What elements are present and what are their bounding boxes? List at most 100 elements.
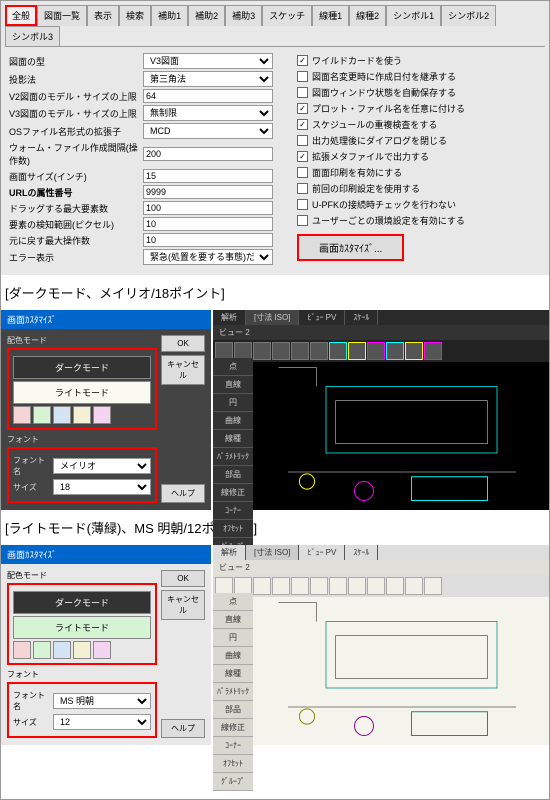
dark-mode-button[interactable]: ダークモード [13,591,151,614]
cad-drawing[interactable] [255,593,549,745]
font-size-select[interactable]: 18 [53,479,151,495]
checkbox-4[interactable] [297,119,308,130]
font-group: フォント名メイリオ サイズ18 [7,447,157,503]
form-input-1[interactable]: 第三角法 [143,71,273,87]
form-input-10[interactable] [143,233,273,247]
form-input-4[interactable]: MCD [143,123,273,139]
cad-tab[interactable]: [寸法 ISO] [246,310,299,325]
cancel-button[interactable]: キャンセル [161,355,205,385]
side-tool[interactable]: 直線 [213,611,253,629]
swatch[interactable] [93,641,111,659]
form-input-5[interactable] [143,147,273,161]
cad-drawing[interactable] [255,358,549,510]
color-mode-label: 配色モード [7,570,157,581]
form-input-2[interactable] [143,89,273,103]
light-mode-button[interactable]: ライトモード [13,616,151,639]
side-tool[interactable]: ｵﾌｾｯﾄ [213,755,253,773]
tab-4[interactable]: 補助1 [151,5,188,26]
side-tool[interactable]: 点 [213,593,253,611]
cad-tab[interactable]: ﾋﾞｭｰ PV [299,310,345,325]
checkbox-6[interactable] [297,151,308,162]
swatch[interactable] [33,406,51,424]
light-mode-button[interactable]: ライトモード [13,381,151,404]
side-tool[interactable]: 線種 [213,665,253,683]
swatch[interactable] [13,406,31,424]
screen-customize-button[interactable]: 画面ｶｽﾀﾏｲｽﾞ... [297,234,404,261]
tab-3[interactable]: 検索 [119,5,151,26]
tab-7[interactable]: スケッチ [262,5,312,26]
checkbox-0[interactable] [297,55,308,66]
side-tool[interactable]: 部品 [213,701,253,719]
swatch[interactable] [53,641,71,659]
side-tool[interactable]: 円 [213,394,253,412]
tab-12[interactable]: シンボル3 [5,26,60,46]
form-input-8[interactable] [143,201,273,215]
checkbox-label: プロット・ファイル名を任意に付ける [312,102,465,115]
checkbox-9[interactable] [297,199,308,210]
side-tool[interactable]: ｵﾌｾｯﾄ [213,520,253,538]
tab-1[interactable]: 図面一覧 [37,5,87,26]
checkbox-7[interactable] [297,167,308,178]
side-tool[interactable]: ｸﾞﾙｰﾌﾟ [213,773,253,791]
form-input-6[interactable] [143,169,273,183]
side-tool[interactable]: 線種 [213,430,253,448]
checkbox-10[interactable] [297,215,308,226]
cad-tab[interactable]: ﾋﾞｭｰ PV [299,545,345,560]
tab-6[interactable]: 補助3 [225,5,262,26]
tab-10[interactable]: シンボル1 [386,5,441,26]
swatch[interactable] [73,641,91,659]
side-tool[interactable]: 円 [213,629,253,647]
tab-8[interactable]: 線種1 [312,5,349,26]
checkbox-label: 拡張メタファイルで出力する [312,150,429,163]
cad-tab[interactable]: ｽｹｰﾙ [345,310,378,325]
checkbox-label: ユーザーごとの環境設定を有効にする [312,214,465,227]
swatch[interactable] [93,406,111,424]
side-tool[interactable]: 曲線 [213,647,253,665]
cad-tab[interactable]: [寸法 ISO] [246,545,299,560]
form-input-7[interactable] [143,185,273,199]
side-tool[interactable]: 直線 [213,376,253,394]
tab-5[interactable]: 補助2 [188,5,225,26]
side-tool[interactable]: ｺｰﾅｰ [213,737,253,755]
checkbox-1[interactable] [297,71,308,82]
font-name-select[interactable]: MS 明朝 [53,693,151,709]
font-name-select[interactable]: メイリオ [53,458,151,474]
side-tool[interactable]: ﾊﾟﾗﾒﾄﾘｯｸ [213,448,253,466]
form-label: V3図面のモデル・サイズの上限 [9,107,139,120]
checkbox-8[interactable] [297,183,308,194]
tab-0[interactable]: 全般 [5,5,37,26]
dialog-title: 画面ｶｽﾀﾏｲｽﾞ [1,310,211,329]
cad-tab[interactable]: 解析 [213,545,246,560]
cancel-button[interactable]: キャンセル [161,590,205,620]
tab-11[interactable]: シンボル2 [441,5,496,26]
form-input-9[interactable] [143,217,273,231]
side-tool[interactable]: 点 [213,358,253,376]
cad-tab[interactable]: 解析 [213,310,246,325]
ok-button[interactable]: OK [161,570,205,587]
checkbox-3[interactable] [297,103,308,114]
side-tool[interactable]: 部品 [213,466,253,484]
side-tool[interactable]: 曲線 [213,412,253,430]
help-button[interactable]: ヘルプ [161,484,205,503]
ok-button[interactable]: OK [161,335,205,352]
side-tool[interactable]: 線修正 [213,719,253,737]
help-button[interactable]: ヘルプ [161,719,205,738]
form-input-3[interactable]: 無制限 [143,105,273,121]
form-input-0[interactable]: V3図面 [143,53,273,69]
swatch[interactable] [73,406,91,424]
side-tool[interactable]: 線修正 [213,484,253,502]
checkbox-2[interactable] [297,87,308,98]
dark-mode-button[interactable]: ダークモード [13,356,151,379]
checkbox-5[interactable] [297,135,308,146]
side-tool[interactable]: ﾊﾟﾗﾒﾄﾘｯｸ [213,683,253,701]
tab-9[interactable]: 線種2 [349,5,386,26]
swatch[interactable] [53,406,71,424]
side-tool[interactable]: ｺｰﾅｰ [213,502,253,520]
cad-tab[interactable]: ｽｹｰﾙ [345,545,378,560]
swatch[interactable] [33,641,51,659]
cad-viewport-light: 解析[寸法 ISO]ﾋﾞｭｰ PVｽｹｰﾙ ビュー 2 点直線円曲線線種ﾊﾟﾗﾒ… [213,545,549,745]
tab-2[interactable]: 表示 [87,5,119,26]
swatch[interactable] [13,641,31,659]
form-input-11[interactable]: 緊急(処置を要する事態)だけ [143,249,273,265]
font-size-select[interactable]: 12 [53,714,151,730]
